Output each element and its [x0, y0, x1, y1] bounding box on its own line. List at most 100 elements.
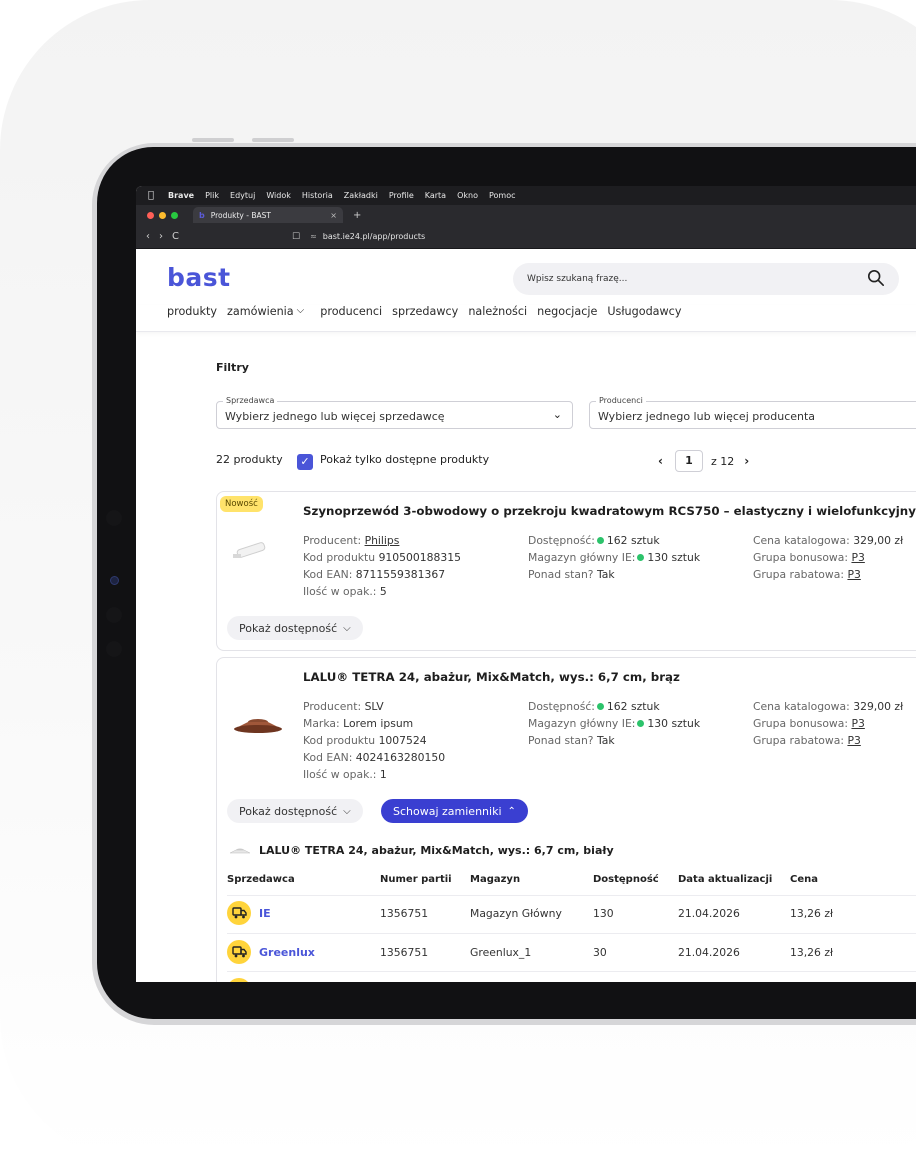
discount-group-link[interactable]: P3 — [847, 734, 860, 747]
producer-filter-label: Producenci — [596, 396, 646, 405]
chevron-down-icon: ⌵ — [343, 622, 351, 634]
header-availability: Dostępność — [593, 874, 659, 885]
delivery-truck-icon — [227, 940, 251, 964]
header-batch: Numer partii — [380, 874, 452, 885]
sensor-dot-2 — [106, 641, 122, 657]
new-badge: Nowość — [220, 496, 263, 512]
menu-bookmarks[interactable]: Zakładki — [344, 191, 378, 200]
table-cell-updated: 21.04.2026 — [678, 907, 740, 920]
favicon-icon: b — [199, 210, 205, 220]
brand-logo[interactable]: bast — [167, 263, 231, 292]
table-row-seller[interactable]: IE — [227, 901, 271, 925]
tab-title: Produkty - BAST — [210, 210, 271, 220]
product-info-column: Producent: Philips Kod produktu 91050018… — [303, 534, 461, 598]
search-input[interactable]: Wpisz szukaną frazę... — [513, 263, 899, 295]
tab-close-icon[interactable]: × — [330, 211, 337, 220]
table-cell-warehouse: Magazyn Główny — [470, 907, 562, 920]
only-available-checkbox[interactable]: ✓ — [297, 454, 313, 470]
new-tab-icon[interactable]: + — [353, 210, 361, 221]
nav-producers[interactable]: producenci — [320, 305, 382, 318]
products-page: Filtry Sprzedawca Wybierz jednego lub wi… — [216, 361, 916, 982]
window-zoom-dot[interactable] — [171, 211, 178, 219]
camera-lens — [110, 576, 119, 585]
site-settings-icon[interactable]: ≈ — [310, 232, 317, 241]
chevron-up-icon: ⌃ — [507, 805, 516, 817]
menu-file[interactable]: Plik — [205, 191, 219, 200]
chevron-down-icon[interactable]: ⌵ — [297, 305, 305, 316]
page-input[interactable]: 1 — [674, 450, 703, 472]
search-icon[interactable] — [867, 269, 885, 287]
price-column: Cena katalogowa: 329,00 zł Grupa bonusow… — [753, 534, 904, 581]
available-dot-icon — [637, 554, 645, 561]
table-row-seller[interactable]: Greenlux — [227, 940, 315, 964]
nav-orders[interactable]: zamówienia — [227, 305, 294, 318]
lampshade-product-image — [234, 719, 282, 733]
table-cell-warehouse: Greenlux_1 — [470, 946, 532, 959]
seller-filter-placeholder: Wybierz jednego lub więcej sprzedawcę — [225, 410, 445, 423]
menu-window[interactable]: Okno — [457, 191, 478, 200]
window-close-dot[interactable] — [147, 211, 154, 219]
filters-title: Filtry — [216, 361, 249, 374]
page-total: z 12 — [710, 454, 735, 468]
table-cell-price: 13,26 zł — [790, 907, 834, 920]
top-hardware-button-1 — [192, 138, 234, 142]
nav-products[interactable]: produkty — [167, 305, 217, 318]
product-title[interactable]: Szynoprzewód 3-obwodowy o przekroju kwad… — [303, 504, 916, 518]
nav-receivables[interactable]: należności — [468, 305, 527, 318]
bookmark-icon[interactable]: ☐ — [292, 232, 300, 242]
only-available-label[interactable]: Pokaż tylko dostępne produkty — [320, 453, 489, 466]
browser-addressbar: ‹ › C ☐ ≈bast.ie24.pl/app/products ▭ — [136, 225, 916, 249]
reload-icon[interactable]: C — [172, 231, 179, 242]
apple-icon[interactable]:  — [148, 190, 154, 201]
available-dot-icon — [596, 537, 604, 544]
top-hardware-button-2 — [252, 138, 294, 142]
producer-link[interactable]: Philips — [365, 534, 400, 547]
track-product-image — [233, 542, 266, 558]
back-icon[interactable]: ‹ — [146, 231, 150, 242]
available-dot-icon — [637, 720, 645, 727]
bonus-group-link[interactable]: P3 — [851, 551, 864, 564]
show-availability-button[interactable]: Pokaż dostępność ⌵ — [227, 616, 363, 640]
results-toolbar: 22 produkty ✓ Pokaż tylko dostępne produ… — [216, 450, 916, 473]
seller-filter-select[interactable]: Sprzedawca Wybierz jednego lub więcej sp… — [216, 396, 573, 429]
producer-filter-select[interactable]: Producenci Wybierz jednego lub więcej pr… — [589, 396, 916, 429]
menu-history[interactable]: Historia — [302, 191, 333, 200]
url-text: bast.ie24.pl/app/products — [322, 232, 426, 241]
table-cell-batch: 1356751 — [380, 907, 429, 920]
menu-profiles[interactable]: Profile — [389, 191, 414, 200]
price-column: Cena katalogowa: 329,00 zł Grupa bonusow… — [753, 700, 904, 747]
product-info-column: Producent: SLV Marka: Lorem ipsum Kod pr… — [303, 700, 446, 781]
menu-tab[interactable]: Karta — [425, 191, 446, 200]
chevron-down-icon: ⌄ — [552, 408, 562, 421]
replacement-title[interactable]: LALU® TETRA 24, abażur, Mix&Match, wys.:… — [259, 844, 614, 857]
nav-service-providers[interactable]: Usługodawcy — [607, 305, 681, 318]
browser-tab[interactable]: b Produkty - BAST × — [193, 207, 343, 223]
product-title[interactable]: LALU® TETRA 24, abażur, Mix&Match, wys.:… — [303, 670, 680, 684]
sensor-dot — [106, 607, 122, 623]
bonus-group-link[interactable]: P3 — [851, 717, 864, 730]
screen:  Brave Plik Edytuj Widok Historia Zakła… — [136, 186, 916, 982]
replacement-thumbnail — [229, 848, 251, 854]
product-card: LALU® TETRA 24, abażur, Mix&Match, wys.:… — [216, 657, 916, 982]
menu-edit[interactable]: Edytuj — [230, 191, 255, 200]
chevron-down-icon: ⌵ — [343, 805, 351, 817]
menu-app-name[interactable]: Brave — [168, 191, 194, 200]
window-minimize-dot[interactable] — [159, 211, 166, 219]
table-cell-availability: 130 — [593, 907, 614, 920]
delivery-truck-icon — [227, 978, 251, 982]
nav-negotiations[interactable]: negocjacje — [537, 305, 597, 318]
header-updated: Data aktualizacji — [678, 874, 773, 885]
url-field[interactable]: ≈ bast.ie24.pl/app/products — [310, 232, 425, 241]
discount-group-link[interactable]: P3 — [847, 568, 860, 581]
prev-page-icon[interactable]: ‹ — [658, 454, 663, 468]
seller-filter-label: Sprzedawca — [223, 396, 278, 405]
nav-sellers[interactable]: sprzedawcy — [392, 305, 458, 318]
next-page-icon[interactable]: › — [744, 454, 749, 468]
show-availability-button[interactable]: Pokaż dostępność ⌵ — [227, 799, 363, 823]
hide-replacements-button[interactable]: Schowaj zamienniki ⌃ — [381, 799, 528, 823]
forward-icon[interactable]: › — [159, 231, 163, 242]
menu-view[interactable]: Widok — [266, 191, 291, 200]
header-price: Cena — [790, 874, 818, 885]
menu-help[interactable]: Pomoc — [489, 191, 516, 200]
browser-tabbar: b Produkty - BAST × + — [136, 205, 916, 225]
